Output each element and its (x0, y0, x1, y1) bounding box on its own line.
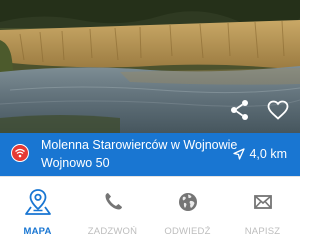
distance-value: 4,0 km (249, 147, 287, 161)
place-photo (0, 0, 300, 133)
place-name: Molenna Starowierców w Wojnowie (41, 138, 238, 152)
tab-call-label: ZADZWOŃ (87, 226, 138, 237)
envelope-icon (248, 187, 278, 217)
tab-map[interactable]: MAPA (0, 177, 75, 251)
tab-call[interactable]: ZADZWOŃ (75, 177, 150, 251)
tab-map-label: MAPA (23, 226, 52, 237)
place-address: Wojnowo 50 (41, 156, 110, 170)
distance-indicator: 4,0 km (233, 146, 287, 162)
tab-write-label: NAPISZ (244, 226, 281, 237)
share-icon[interactable] (228, 98, 252, 122)
map-pin-icon (23, 187, 53, 217)
favorite-heart-icon[interactable] (266, 98, 290, 122)
place-info-bar[interactable]: Molenna Starowierców w Wojnowie Wojnowo … (0, 133, 300, 176)
globe-icon (173, 187, 203, 217)
bottom-action-bar: MAPA ZADZWOŃ ODWIEDŹ NAPISZ (0, 176, 300, 251)
phone-icon (98, 187, 128, 217)
navigation-arrow-icon (233, 148, 246, 160)
tab-visit-label: ODWIEDŹ (164, 226, 211, 237)
tab-write[interactable]: NAPISZ (225, 177, 300, 251)
tab-visit[interactable]: ODWIEDŹ (150, 177, 225, 251)
wifi-badge-icon (11, 144, 29, 162)
